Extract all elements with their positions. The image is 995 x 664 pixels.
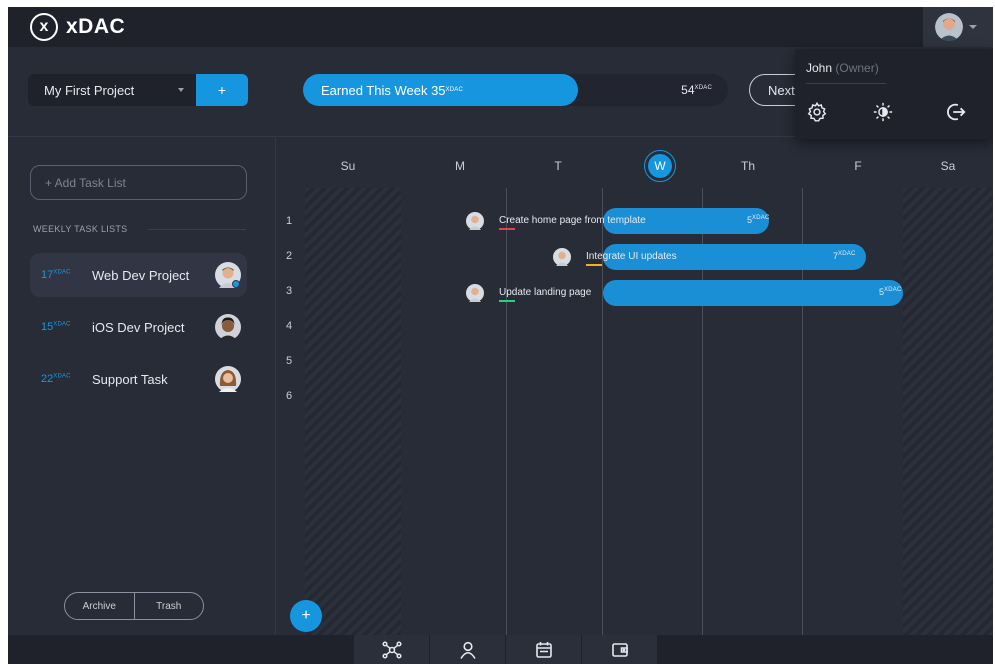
- weekend-column-saturday: [903, 188, 993, 635]
- task-list-item[interactable]: 22XDAC Support Task: [30, 357, 247, 401]
- divider: [806, 83, 886, 84]
- divider: [148, 229, 246, 230]
- network-icon: [381, 640, 402, 659]
- day-header-sunday: Su: [340, 159, 356, 173]
- row-number: 4: [286, 320, 293, 332]
- task-list-name: Web Dev Project: [92, 268, 190, 283]
- earned-unit: XDAC: [445, 87, 464, 93]
- add-task-list-input[interactable]: + Add Task List: [30, 165, 247, 200]
- xdac-logo-icon: x: [30, 13, 58, 41]
- add-task-button[interactable]: +: [290, 600, 322, 632]
- day-header-monday: M: [455, 159, 465, 173]
- trash-button[interactable]: Trash: [133, 593, 204, 619]
- section-title: WEEKLY TASK LISTS: [33, 224, 128, 234]
- today-indicator: W: [648, 154, 672, 178]
- task-color-marker: [499, 228, 515, 230]
- add-project-button[interactable]: +: [196, 74, 248, 106]
- day-header-friday: F: [854, 159, 862, 173]
- task-bar[interactable]: [603, 280, 903, 306]
- day-header-tuesday: T: [554, 159, 562, 173]
- nav-calendar[interactable]: [506, 635, 581, 664]
- points-value: 17: [41, 269, 54, 281]
- archive-trash-toggle: Archive Trash: [64, 592, 204, 620]
- day-header-wednesday[interactable]: W: [644, 150, 676, 182]
- weekly-calendar: Su M T W Th F Sa 1 2 3 4 5 6 Create home…: [276, 138, 993, 635]
- bottom-nav: [8, 635, 993, 664]
- row-number: 5: [286, 355, 293, 367]
- task-color-marker: [586, 264, 602, 266]
- points-unit: XDAC: [884, 287, 902, 293]
- task-list-item[interactable]: 17XDAC Web Dev Project: [30, 253, 247, 297]
- earned-total-unit: XDAC: [694, 85, 712, 91]
- assignee-avatar: [553, 248, 571, 266]
- row-number: 1: [286, 215, 293, 227]
- logo[interactable]: x xDAC: [30, 13, 125, 41]
- user-name-text: John: [806, 61, 833, 75]
- sidebar: + Add Task List WEEKLY TASK LISTS 17XDAC…: [8, 138, 276, 635]
- assignee-avatar: [466, 212, 484, 230]
- top-bar: x xDAC: [8, 7, 993, 47]
- points-unit: XDAC: [838, 251, 856, 257]
- chevron-down-icon: [178, 88, 184, 92]
- task-list-points: 22XDAC: [41, 373, 71, 385]
- nav-profile[interactable]: [430, 635, 505, 664]
- calendar-icon: [535, 641, 552, 658]
- points-unit: XDAC: [53, 321, 71, 328]
- project-name: My First Project: [44, 82, 135, 98]
- nav-network[interactable]: [354, 635, 429, 664]
- chevron-down-icon: [969, 25, 977, 29]
- row-number: 6: [286, 390, 293, 402]
- row-number: 3: [286, 285, 293, 297]
- earned-total-value: 54: [681, 83, 695, 97]
- nav-wallet[interactable]: [582, 635, 657, 664]
- task-title: Update landing page: [499, 287, 592, 298]
- assignee-avatar: [466, 284, 484, 302]
- logo-text: xDAC: [66, 15, 126, 38]
- points-unit: XDAC: [53, 373, 71, 380]
- task-list-points: 17XDAC: [41, 269, 71, 281]
- task-list-points: 15XDAC: [41, 321, 71, 333]
- user-dropdown: John (Owner): [795, 49, 993, 139]
- task-points: 5XDAC: [747, 215, 770, 225]
- task-points: 7XDAC: [833, 251, 856, 261]
- archive-button[interactable]: Archive: [65, 593, 134, 619]
- task-list-item[interactable]: 15XDAC iOS Dev Project: [30, 305, 247, 349]
- member-avatar: [215, 366, 241, 392]
- weekend-column-sunday: [305, 188, 401, 635]
- earnings-progress: Earned This Week 35 XDAC 54XDAC: [303, 74, 728, 106]
- points-value: 15: [41, 321, 54, 333]
- user-avatar: [935, 13, 963, 41]
- user-menu-button[interactable]: [923, 7, 993, 47]
- member-avatar: [215, 314, 241, 340]
- task-item[interactable]: Create home page from template 5XDAC: [466, 208, 781, 234]
- wallet-icon: [611, 642, 628, 657]
- task-list-name: Support Task: [92, 372, 168, 387]
- task-points: 5XDAC: [879, 287, 902, 297]
- task-title: Integrate UI updates: [586, 251, 677, 262]
- project-select[interactable]: My First Project: [28, 74, 198, 106]
- app-window: x xDAC My First Project + Earned This We…: [8, 7, 993, 664]
- task-item[interactable]: Update landing page 5XDAC: [466, 280, 916, 306]
- user-icon: [459, 641, 476, 659]
- task-color-marker: [499, 300, 515, 302]
- user-name: John (Owner): [806, 61, 879, 75]
- day-header-thursday: Th: [740, 159, 755, 173]
- status-badge: [232, 280, 240, 288]
- day-divider: [506, 188, 507, 635]
- earnings-progress-fill: Earned This Week 35 XDAC: [303, 74, 579, 106]
- earned-total: 54XDAC: [681, 83, 712, 97]
- logout-icon[interactable]: [945, 101, 967, 123]
- task-item[interactable]: Integrate UI updates 7XDAC: [553, 244, 873, 270]
- task-list-name: iOS Dev Project: [92, 320, 185, 335]
- day-header-saturday: Sa: [940, 159, 956, 173]
- earned-label: Earned This Week 35: [321, 82, 446, 98]
- points-unit: XDAC: [752, 215, 770, 221]
- points-value: 22: [41, 373, 54, 385]
- sun-icon[interactable]: [872, 101, 894, 123]
- user-role: (Owner): [835, 61, 879, 75]
- gear-icon[interactable]: [806, 101, 828, 123]
- row-number: 2: [286, 250, 293, 262]
- task-title: Create home page from template: [499, 215, 646, 226]
- points-unit: XDAC: [53, 269, 71, 276]
